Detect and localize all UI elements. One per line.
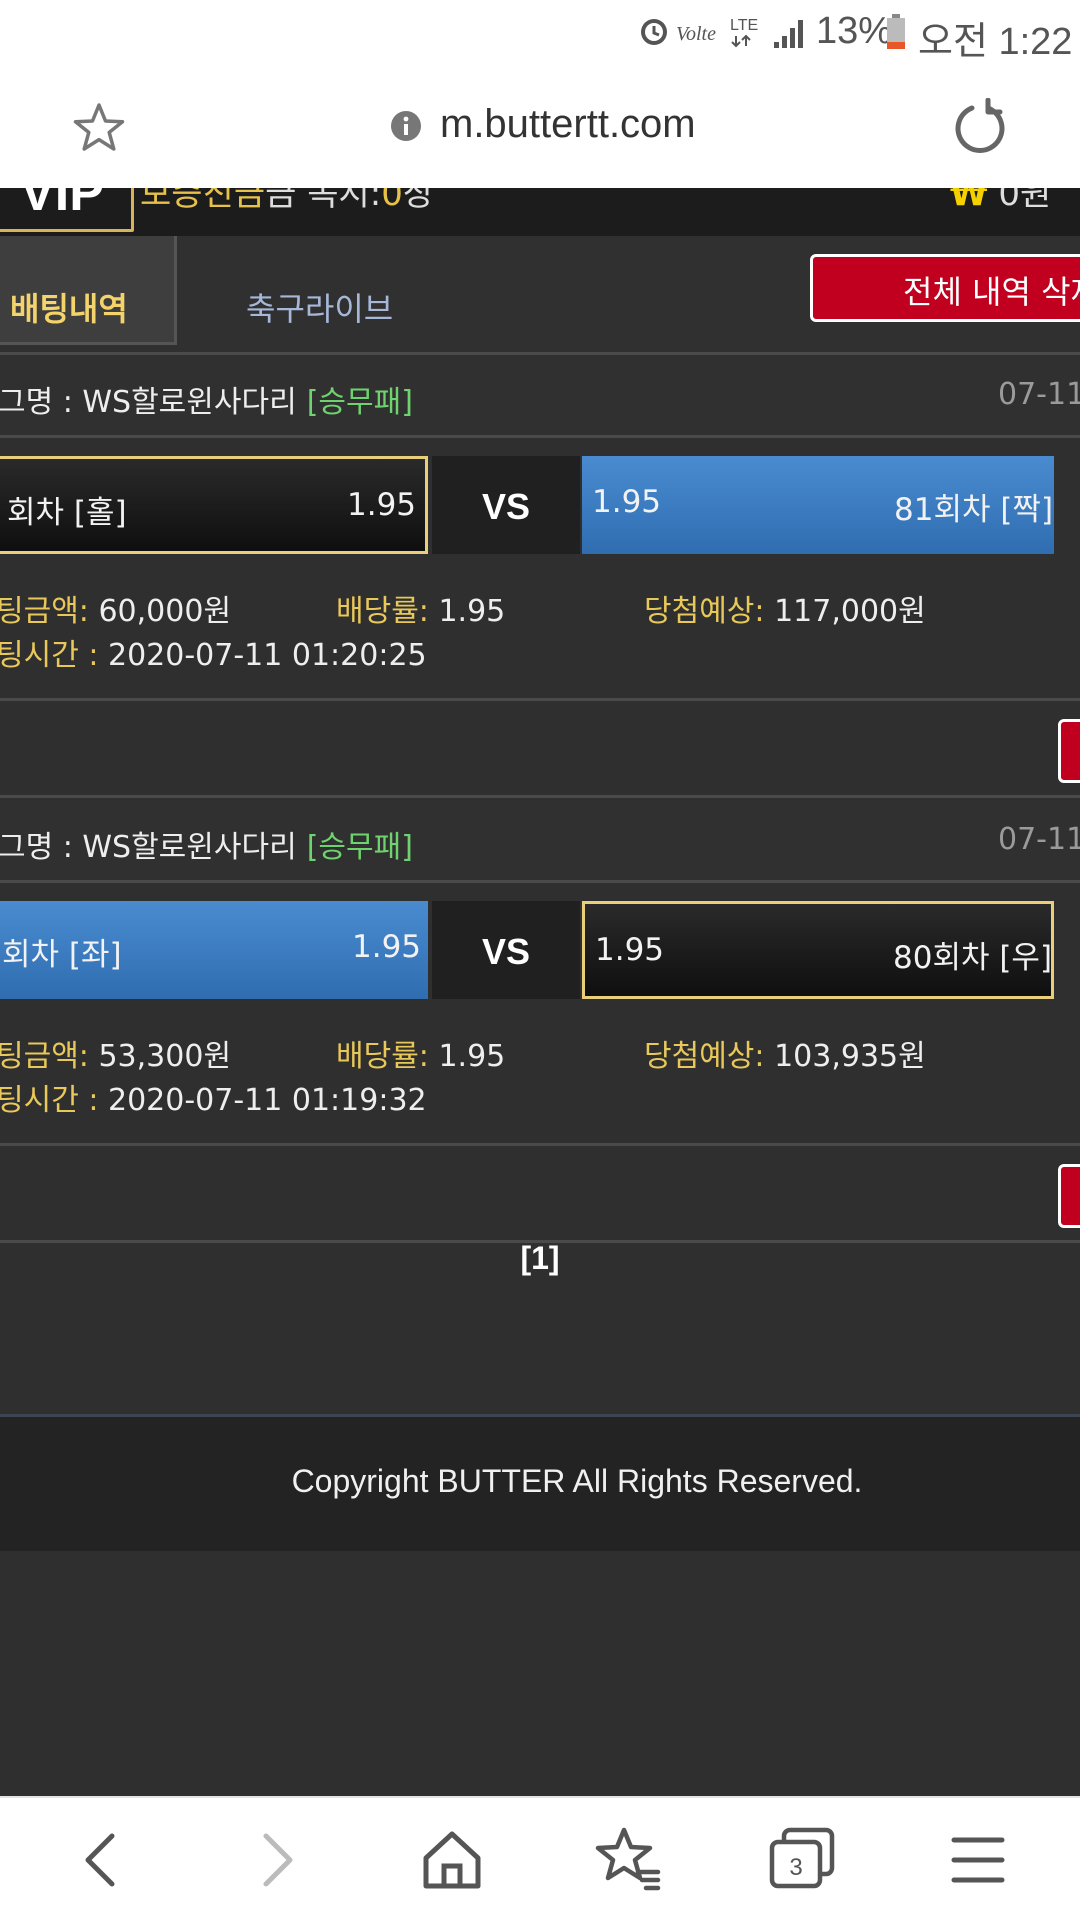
league-name: 그명 : WS할로윈사다리 [승무패] xyxy=(0,822,413,866)
bet-info: 팅금액: 60,000원 배당률: 1.95 당첨예상: 117,000원 팅시… xyxy=(0,568,1080,701)
left-option-label: 회차 [홀] xyxy=(7,495,127,531)
signal-icon xyxy=(774,20,803,48)
header-info-partial: 보증친금금 녹시:0장 xyxy=(140,188,434,215)
status-bar: Volte LTE 13% 오전 1:22 xyxy=(0,0,1080,63)
bet-rate-key: 배당률: xyxy=(336,594,429,629)
league-tag: [승무패] xyxy=(306,830,413,865)
bet-date: 07-11 xyxy=(998,822,1080,857)
bet-action-row xyxy=(0,1146,1080,1243)
right-option-odds: 1.95 xyxy=(595,932,665,968)
league-name: 그명 : WS할로윈사다리 [승무패] xyxy=(0,377,413,421)
bet-amount: 팅금액: 60,000원 xyxy=(0,586,231,630)
league-prefix: 그명 : WS할로윈사다리 xyxy=(0,830,297,865)
bet-amount: 팅금액: 53,300원 xyxy=(0,1031,231,1075)
left-option-odds: 1.95 xyxy=(352,929,422,965)
league-tag: [승무패] xyxy=(306,385,413,420)
alarm-icon xyxy=(641,19,667,45)
browser-bottom-nav: 3 xyxy=(0,1796,1080,1922)
right-option-label: 81회차 [짝] xyxy=(894,492,1054,528)
url-text[interactable]: m.buttertt.com xyxy=(440,102,696,147)
bet-info: 팅금액: 53,300원 배당률: 1.95 당첨예상: 103,935원 팅시… xyxy=(0,1013,1080,1146)
bet-amount-value: 60,000원 xyxy=(98,594,232,629)
menu-icon[interactable] xyxy=(938,1820,1018,1900)
bet-expected-key: 당첨예상: xyxy=(644,594,765,629)
tabs-icon[interactable]: 3 xyxy=(762,1820,842,1900)
bet-time-key: 팅시간 : xyxy=(0,638,99,673)
bet-delete-button[interactable] xyxy=(1058,719,1080,783)
bet-expected: 당첨예상: 103,935원 xyxy=(644,1031,926,1075)
delete-all-label: 전체 내역 삭제 xyxy=(903,273,1080,311)
bet-expected: 당첨예상: 117,000원 xyxy=(644,586,926,630)
bet-time-value: 2020-07-11 01:20:25 xyxy=(108,638,427,673)
header-info-c: 0 xyxy=(381,188,403,214)
tab-betting-history[interactable]: 배팅내역 xyxy=(0,236,177,345)
bet-expected-value: 117,000원 xyxy=(774,594,926,629)
back-icon[interactable] xyxy=(62,1820,142,1900)
bookmarks-icon[interactable] xyxy=(588,1820,668,1900)
bet-date: 07-11 xyxy=(998,377,1080,412)
bet-amount-value: 53,300원 xyxy=(98,1039,232,1074)
right-option-label: 80회차 [우] xyxy=(893,940,1053,976)
forward-icon[interactable] xyxy=(236,1820,316,1900)
tab-count: 3 xyxy=(789,1854,802,1881)
league-prefix: 그명 : WS할로윈사다리 xyxy=(0,385,297,420)
vs-divider: VS xyxy=(432,456,580,554)
info-icon[interactable] xyxy=(390,110,422,142)
coin-icon: ₩ xyxy=(950,188,988,214)
bet-rate-value: 1.95 xyxy=(438,1039,506,1074)
vs-label: VS xyxy=(481,931,531,972)
bet-rate: 배당률: 1.95 xyxy=(336,586,505,630)
battery-percent: 13% xyxy=(816,10,893,52)
header-info-d: 장 xyxy=(402,188,435,214)
bet-amount-key: 팅금액: xyxy=(0,1039,89,1074)
vs-label: VS xyxy=(481,486,531,527)
bet-time-key: 팅시간 : xyxy=(0,1083,99,1118)
header-info-a: 보증친금 xyxy=(140,188,266,214)
vip-badge: VIP xyxy=(0,188,134,232)
right-option-odds: 1.95 xyxy=(592,484,662,520)
site-footer: Copyright BUTTER All Rights Reserved. xyxy=(0,1414,1080,1551)
lte-icon: LTE xyxy=(730,17,758,34)
bet-header: 그명 : WS할로윈사다리 [승무패] 07-11 xyxy=(0,800,1080,883)
reload-icon[interactable] xyxy=(950,98,1010,158)
bet-right-option[interactable]: 1.95 80회차 [우] xyxy=(582,901,1054,999)
browser-url-bar: m.buttertt.com xyxy=(0,62,1080,188)
bet-right-option-selected[interactable]: 1.95 81회차 [짝] xyxy=(582,456,1054,554)
tab-soccer-live[interactable]: 축구라이브 xyxy=(246,284,393,330)
header-info-b: 금 녹시: xyxy=(265,188,382,214)
bet-time: 팅시간 : 2020-07-11 01:20:25 xyxy=(0,630,427,674)
left-option-odds: 1.95 xyxy=(347,487,417,523)
bet-expected-key: 당첨예상: xyxy=(644,1039,765,1074)
bet-action-row xyxy=(0,701,1080,798)
site-header: VIP 보증친금금 녹시:0장 ₩ 0원 xyxy=(0,188,1080,236)
pagination[interactable]: [1] xyxy=(0,1240,1080,1277)
bet-time: 팅시간 : 2020-07-11 01:19:32 xyxy=(0,1075,427,1119)
bet-header: 그명 : WS할로윈사다리 [승무패] 07-11 xyxy=(0,355,1080,438)
delete-all-button[interactable]: 전체 내역 삭제 xyxy=(810,254,1080,322)
home-icon[interactable] xyxy=(412,1820,492,1900)
bet-time-value: 2020-07-11 01:19:32 xyxy=(108,1083,427,1118)
star-icon[interactable] xyxy=(72,102,126,154)
bet-rate-value: 1.95 xyxy=(438,594,506,629)
copyright-text: Copyright BUTTER All Rights Reserved. xyxy=(291,1463,863,1499)
bet-delete-button[interactable] xyxy=(1058,1164,1080,1228)
left-option-label: 회차 [좌] xyxy=(2,937,122,973)
bet-amount-key: 팅금액: xyxy=(0,594,89,629)
bet-expected-value: 103,935원 xyxy=(774,1039,926,1074)
bet-matchup: 회차 [좌] 1.95 VS 1.95 80회차 [우] xyxy=(0,895,1080,1003)
bet-rate-key: 배당률: xyxy=(336,1039,429,1074)
clock: 오전 1:22 xyxy=(918,21,1073,63)
bet-left-option-selected[interactable]: 회차 [좌] 1.95 xyxy=(0,901,428,999)
vs-divider: VS xyxy=(432,901,580,999)
bet-left-option[interactable]: 회차 [홀] 1.95 xyxy=(0,456,428,554)
header-money: ₩ 0원 xyxy=(950,188,1051,215)
tab-bar: 배팅내역 축구라이브 전체 내역 삭제 xyxy=(0,236,1080,355)
bet-rate: 배당률: 1.95 xyxy=(336,1031,505,1075)
volte-icon: Volte xyxy=(676,23,716,45)
bet-matchup: 회차 [홀] 1.95 VS 1.95 81회차 [짝] xyxy=(0,450,1080,558)
tab-betting-label: 배팅내역 xyxy=(10,290,128,328)
money-value: 0원 xyxy=(998,188,1052,214)
battery-icon xyxy=(887,14,905,49)
